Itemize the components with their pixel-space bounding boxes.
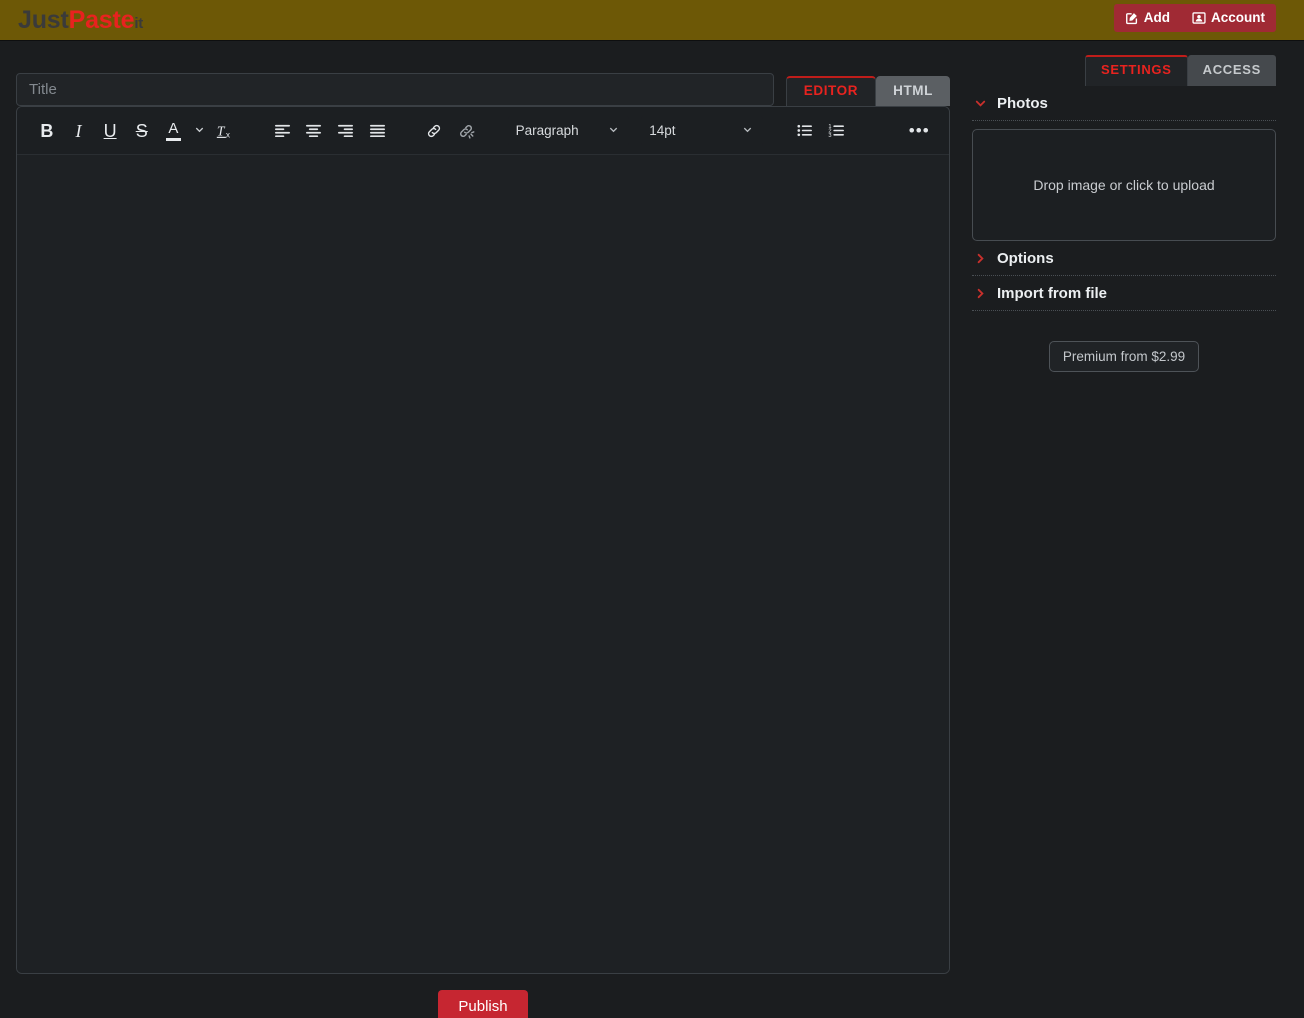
- paragraph-format-value: Paragraph: [516, 123, 579, 138]
- text-color-dropdown-button[interactable]: [189, 116, 209, 146]
- section-title-options: Options: [997, 250, 1054, 267]
- font-size-value: 14pt: [649, 123, 675, 138]
- tab-settings[interactable]: SETTINGS: [1085, 55, 1188, 86]
- logo-part-paste: Paste: [69, 6, 135, 34]
- divider: [972, 120, 1276, 121]
- align-right-icon: [336, 121, 355, 140]
- header-action-group: Add Account: [1114, 4, 1276, 32]
- title-input[interactable]: [16, 73, 774, 106]
- unlink-icon: [457, 122, 475, 140]
- premium-upsell-button[interactable]: Premium from $2.99: [1049, 341, 1199, 372]
- add-button[interactable]: Add: [1114, 4, 1181, 32]
- underline-button[interactable]: U: [94, 116, 126, 146]
- italic-button[interactable]: I: [63, 116, 95, 146]
- align-left-icon: [273, 121, 292, 140]
- section-title-import-from-file: Import from file: [997, 285, 1107, 302]
- sidebar-column: SETTINGS ACCESS Photos Drop image or cli…: [966, 41, 1304, 1018]
- top-header-bar: JustPasteit Add Account: [0, 0, 1304, 41]
- bullet-list-icon: [795, 121, 814, 140]
- section-header-import-from-file[interactable]: Import from file: [972, 276, 1276, 310]
- editor-frame: B I U S A: [16, 106, 950, 974]
- align-center-icon: [304, 121, 323, 140]
- add-button-label: Add: [1144, 10, 1170, 25]
- site-logo[interactable]: JustPasteit: [18, 8, 143, 33]
- user-card-icon: [1192, 11, 1206, 25]
- section-header-photos[interactable]: Photos: [972, 86, 1276, 120]
- remove-link-button[interactable]: [450, 116, 482, 146]
- chevron-down-icon: [974, 97, 987, 110]
- section-header-options[interactable]: Options: [972, 241, 1276, 275]
- text-color-button[interactable]: A: [158, 116, 190, 146]
- underline-icon: U: [104, 122, 117, 140]
- link-icon: [425, 122, 443, 140]
- strikethrough-icon: S: [136, 122, 148, 140]
- tab-access[interactable]: ACCESS: [1188, 55, 1276, 86]
- numbered-list-icon: 1 2 3: [827, 121, 846, 140]
- section-title-photos: Photos: [997, 95, 1048, 112]
- paragraph-format-select[interactable]: Paragraph: [508, 116, 630, 146]
- editor-mode-tabs: EDITOR HTML: [786, 76, 950, 106]
- logo-part-just: Just: [18, 6, 69, 34]
- editor-content-area[interactable]: [17, 155, 949, 973]
- divider: [972, 310, 1276, 311]
- tab-editor[interactable]: EDITOR: [786, 76, 876, 106]
- premium-row: Premium from $2.99: [972, 341, 1276, 372]
- bullet-list-button[interactable]: [789, 116, 821, 146]
- sidebar-tabs: SETTINGS ACCESS: [972, 55, 1276, 86]
- publish-row: Publish: [16, 990, 950, 1018]
- insert-link-button[interactable]: [419, 116, 451, 146]
- chevron-down-icon: [194, 122, 205, 140]
- more-options-button[interactable]: •••: [903, 116, 935, 146]
- bold-icon: B: [40, 122, 53, 140]
- editor-toolbar: B I U S A: [17, 107, 949, 155]
- align-left-button[interactable]: [266, 116, 298, 146]
- text-color-icon: A: [166, 121, 181, 141]
- image-dropzone[interactable]: Drop image or click to upload: [972, 129, 1276, 241]
- align-right-button[interactable]: [330, 116, 362, 146]
- align-justify-icon: [368, 121, 387, 140]
- align-center-button[interactable]: [298, 116, 330, 146]
- dropzone-label: Drop image or click to upload: [1033, 177, 1214, 193]
- chevron-right-icon: [974, 287, 987, 300]
- numbered-list-button[interactable]: 1 2 3: [820, 116, 852, 146]
- svg-text:x: x: [226, 130, 230, 139]
- editor-column: EDITOR HTML B I U S A: [0, 41, 966, 1018]
- logo-part-it: it: [134, 15, 143, 32]
- tab-html[interactable]: HTML: [876, 76, 950, 106]
- account-button[interactable]: Account: [1181, 4, 1276, 32]
- chevron-right-icon: [974, 252, 987, 265]
- account-button-label: Account: [1211, 10, 1265, 25]
- align-justify-button[interactable]: [361, 116, 393, 146]
- strikethrough-button[interactable]: S: [126, 116, 158, 146]
- title-row: EDITOR HTML: [16, 57, 950, 106]
- italic-icon: I: [75, 122, 81, 140]
- more-horizontal-icon: •••: [909, 122, 930, 139]
- chevron-down-icon: [608, 123, 619, 138]
- clear-format-icon: T x: [215, 121, 235, 141]
- svg-text:T: T: [217, 123, 226, 138]
- svg-text:3: 3: [828, 133, 831, 139]
- chevron-down-icon: [742, 123, 753, 138]
- edit-square-icon: [1125, 11, 1139, 25]
- clear-format-button[interactable]: T x: [209, 116, 241, 146]
- bold-button[interactable]: B: [31, 116, 63, 146]
- font-size-select[interactable]: 14pt: [641, 116, 763, 146]
- main-layout: EDITOR HTML B I U S A: [0, 41, 1304, 1018]
- publish-button[interactable]: Publish: [438, 990, 527, 1018]
